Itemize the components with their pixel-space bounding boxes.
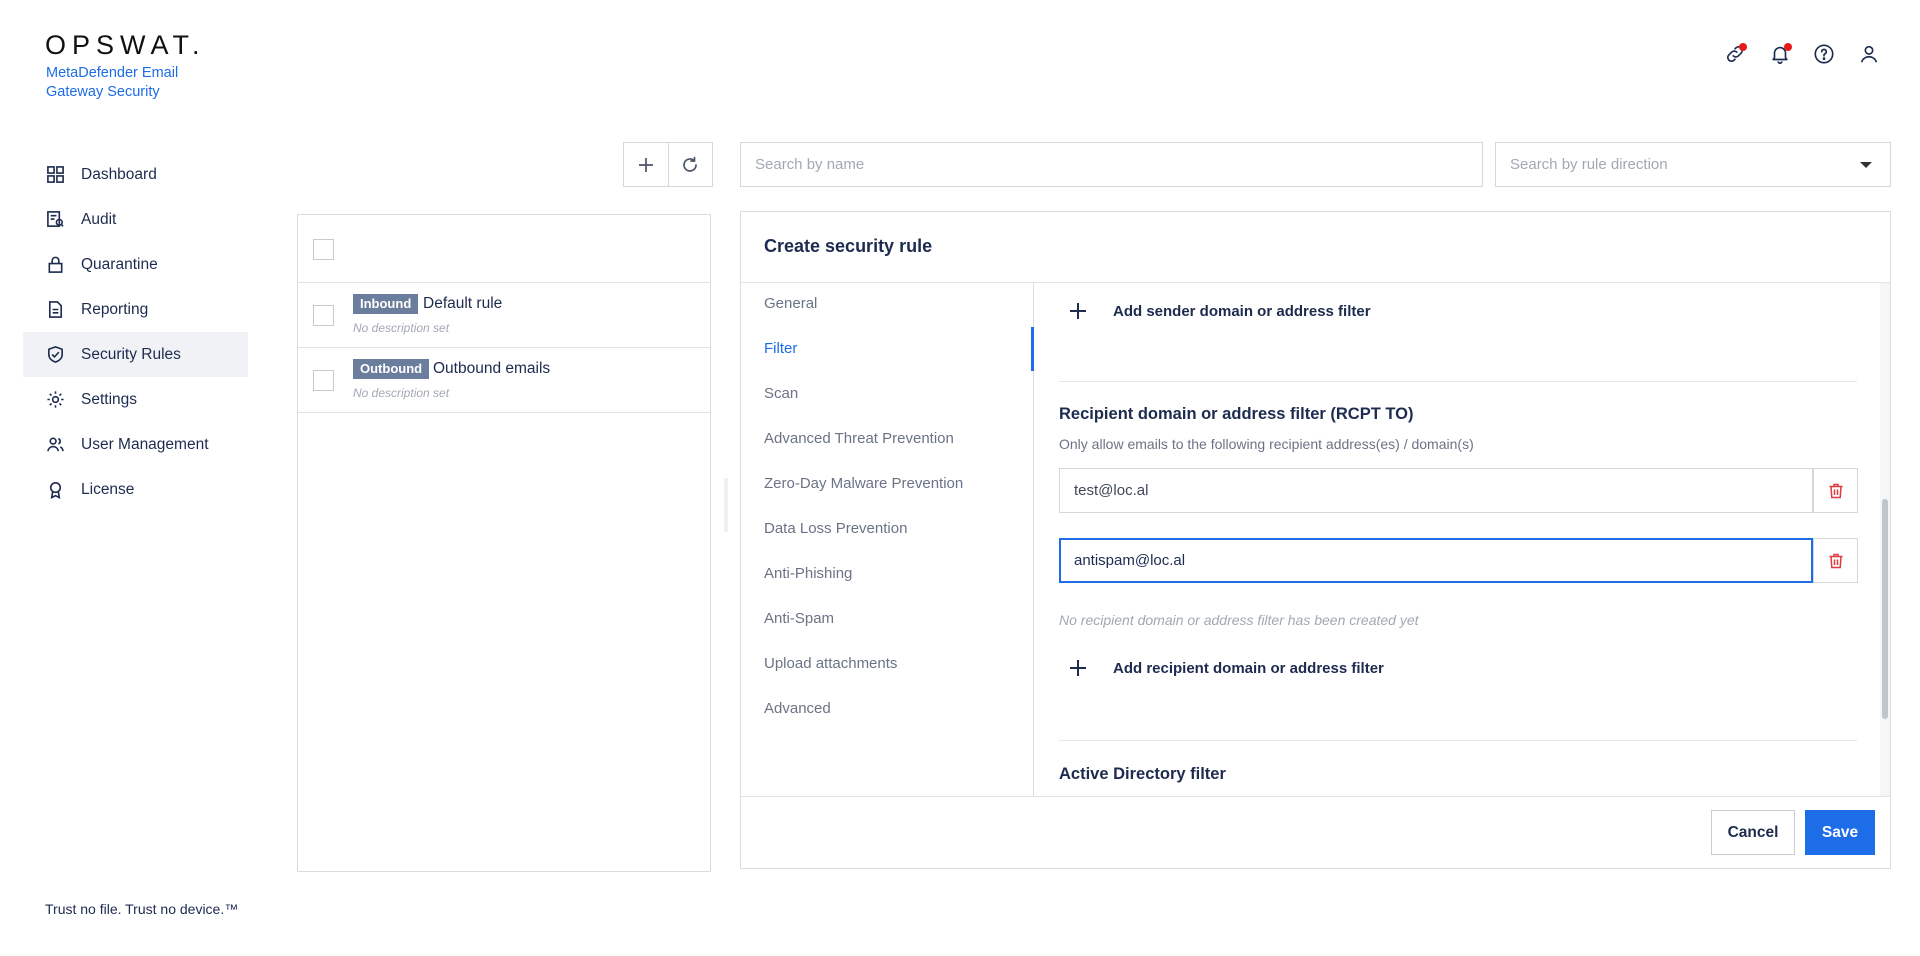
create-rule-panel: Create security rule General Filter Scan… bbox=[740, 211, 1891, 869]
sidebar-item-user-management[interactable]: User Management bbox=[23, 422, 248, 467]
badge-icon bbox=[45, 480, 65, 500]
sidebar-item-label: Settings bbox=[81, 390, 138, 408]
footer-tagline: Trust no file. Trust no device.™ bbox=[45, 901, 239, 917]
save-button[interactable]: Save bbox=[1805, 810, 1875, 855]
sidebar-item-settings[interactable]: Settings bbox=[23, 377, 248, 422]
trash-icon bbox=[1829, 553, 1842, 568]
sidebar-item-label: Reporting bbox=[81, 300, 149, 318]
sidebar-item-label: Dashboard bbox=[81, 165, 157, 183]
product-name: MetaDefender Email Gateway Security bbox=[46, 65, 179, 100]
rule-settings-tabs: General Filter Scan Advanced Threat Prev… bbox=[741, 283, 1034, 796]
active-tab-indicator bbox=[1031, 327, 1034, 371]
sidebar-item-label: Quarantine bbox=[81, 255, 158, 273]
users-icon bbox=[45, 435, 65, 455]
active-directory-filter-title: Active Directory filter bbox=[1059, 765, 1226, 783]
plus-icon bbox=[1067, 300, 1089, 322]
sidebar-nav: Dashboard Audit Quarantine Reporting Sec… bbox=[23, 152, 248, 512]
refresh-icon bbox=[683, 156, 698, 172]
sidebar-item-license[interactable]: License bbox=[23, 467, 248, 512]
document-icon bbox=[45, 300, 65, 320]
rule-toolbar bbox=[623, 142, 713, 187]
search-by-name-input[interactable] bbox=[740, 142, 1483, 187]
tab-anti-phishing[interactable]: Anti-Phishing bbox=[764, 565, 852, 582]
rule-direction-select[interactable]: Search by rule direction bbox=[1495, 142, 1891, 187]
sidebar-item-dashboard[interactable]: Dashboard bbox=[23, 152, 248, 197]
help-icon[interactable] bbox=[1810, 40, 1838, 68]
select-all-checkbox[interactable] bbox=[313, 239, 334, 260]
cancel-button[interactable]: Cancel bbox=[1711, 810, 1795, 855]
delete-recipient-button[interactable] bbox=[1813, 468, 1858, 513]
sidebar-item-audit[interactable]: Audit bbox=[23, 197, 248, 242]
dashboard-icon bbox=[45, 165, 65, 185]
tab-upload-attachments[interactable]: Upload attachments bbox=[764, 655, 897, 672]
delete-recipient-button[interactable] bbox=[1813, 538, 1858, 583]
tab-general[interactable]: General bbox=[764, 295, 817, 312]
content-scrollbar[interactable] bbox=[1880, 283, 1890, 796]
bell-icon[interactable] bbox=[1766, 40, 1794, 68]
rule-direction-placeholder: Search by rule direction bbox=[1510, 156, 1668, 173]
chevron-down-icon bbox=[1860, 162, 1872, 168]
recipient-filter-input[interactable] bbox=[1059, 468, 1813, 513]
tab-advanced-threat-prevention[interactable]: Advanced Threat Prevention bbox=[764, 430, 954, 447]
recipient-filter-input[interactable] bbox=[1059, 538, 1813, 583]
scrollbar-thumb[interactable] bbox=[1882, 499, 1888, 719]
trash-icon bbox=[1829, 483, 1842, 498]
add-sender-filter-label: Add sender domain or address filter bbox=[1113, 302, 1371, 320]
rule-row[interactable]: Outbound Outbound emails No description … bbox=[298, 348, 710, 413]
plus-icon bbox=[1067, 657, 1089, 679]
bell-alert-dot bbox=[1784, 43, 1792, 51]
user-icon[interactable] bbox=[1855, 40, 1883, 68]
rule-checkbox[interactable] bbox=[313, 305, 334, 326]
recipient-empty-note: No recipient domain or address filter ha… bbox=[1059, 612, 1419, 628]
rules-list: Inbound Default rule No description set … bbox=[297, 214, 711, 872]
tab-filter[interactable]: Filter bbox=[764, 340, 797, 357]
rule-row[interactable]: Inbound Default rule No description set bbox=[298, 283, 710, 348]
rule-description: No description set bbox=[353, 386, 450, 400]
add-rule-button[interactable] bbox=[624, 143, 668, 186]
refresh-button[interactable] bbox=[667, 143, 713, 186]
rule-name: Default rule bbox=[423, 295, 503, 312]
rule-description: No description set bbox=[353, 321, 450, 335]
sidebar-item-label: License bbox=[81, 480, 135, 498]
sidebar-item-security-rules[interactable]: Security Rules bbox=[23, 332, 248, 377]
shield-check-icon bbox=[45, 345, 65, 365]
add-sender-filter-button[interactable]: Add sender domain or address filter bbox=[1067, 300, 1371, 322]
sidebar-item-label: Security Rules bbox=[81, 345, 181, 363]
tab-scan[interactable]: Scan bbox=[764, 385, 798, 402]
filter-settings-content: Add sender domain or address filter Reci… bbox=[1035, 283, 1890, 796]
sidebar-item-reporting[interactable]: Reporting bbox=[23, 287, 248, 332]
opswat-logo: OPSWAT. bbox=[45, 30, 206, 60]
gear-icon bbox=[45, 390, 65, 410]
plus-icon bbox=[638, 157, 653, 172]
recipient-filter-title: Recipient domain or address filter (RCPT… bbox=[1059, 405, 1414, 423]
sidebar-item-label: Audit bbox=[81, 210, 117, 228]
sidebar-item-quarantine[interactable]: Quarantine bbox=[23, 242, 248, 287]
tab-data-loss-prevention[interactable]: Data Loss Prevention bbox=[764, 520, 907, 537]
sidebar-item-label: User Management bbox=[81, 435, 209, 453]
recipient-filter-subtitle: Only allow emails to the following recip… bbox=[1059, 436, 1474, 452]
link-icon[interactable] bbox=[1721, 40, 1749, 68]
direction-badge: Inbound bbox=[353, 294, 419, 314]
divider bbox=[1059, 740, 1857, 741]
tab-zero-day-malware-prevention[interactable]: Zero-Day Malware Prevention bbox=[764, 475, 963, 492]
tab-anti-spam[interactable]: Anti-Spam bbox=[764, 610, 834, 627]
editor-title: Create security rule bbox=[764, 236, 933, 256]
add-recipient-filter-button[interactable]: Add recipient domain or address filter bbox=[1067, 657, 1384, 679]
lock-icon bbox=[45, 255, 65, 275]
divider bbox=[1059, 381, 1857, 382]
tab-advanced[interactable]: Advanced bbox=[764, 700, 831, 717]
rules-list-header bbox=[298, 215, 710, 283]
rule-name: Outbound emails bbox=[433, 360, 551, 377]
divider bbox=[741, 796, 1890, 797]
audit-icon bbox=[45, 210, 65, 230]
link-alert-dot bbox=[1739, 43, 1747, 51]
add-recipient-filter-label: Add recipient domain or address filter bbox=[1113, 659, 1384, 677]
panel-resize-handle[interactable] bbox=[724, 478, 728, 532]
direction-badge: Outbound bbox=[353, 359, 430, 379]
rule-checkbox[interactable] bbox=[313, 370, 334, 391]
